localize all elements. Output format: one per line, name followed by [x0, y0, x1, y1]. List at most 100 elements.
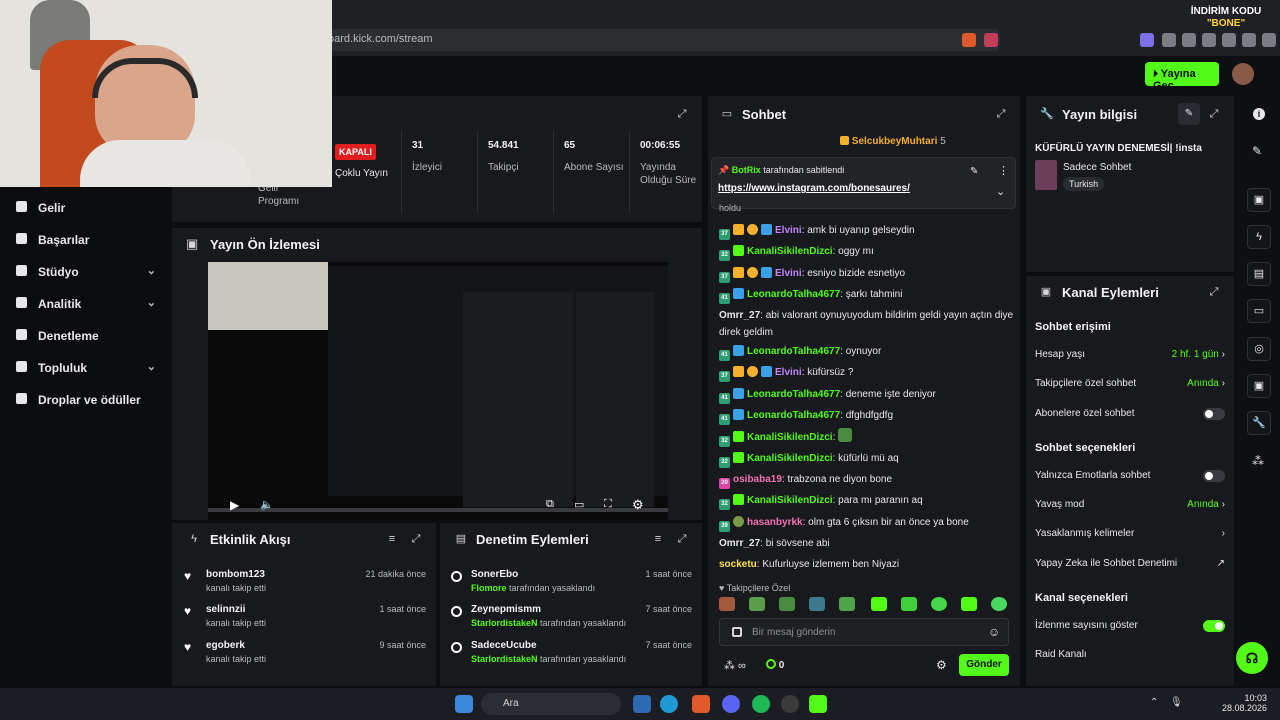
fullscreen-icon[interactable]: ⛶	[604, 498, 612, 511]
sidebar-item-droplar[interactable]: Droplar ve ödüller	[16, 390, 166, 410]
chat-message[interactable]: Omrr_27: bi sövsene abi	[719, 535, 1014, 552]
show-viewers-toggle[interactable]	[1203, 620, 1225, 632]
rail-document-icon[interactable]: ▤	[1247, 262, 1271, 286]
expand-icon[interactable]: ⤢	[410, 533, 422, 545]
chat-username[interactable]: LeonardoTalha4677	[747, 389, 840, 400]
discord-icon[interactable]	[722, 695, 740, 713]
row-subs-chat[interactable]: Abonelere özel sohbet	[1035, 408, 1225, 424]
filter-icon[interactable]: ≡	[652, 533, 664, 545]
chat-message[interactable]: 39 hasanbyrkk: olm gta 6 çıksın bir an ön…	[719, 514, 1014, 532]
chat-message[interactable]: 41 LeonardoTalha4677: şarkı tahmini	[719, 286, 1014, 304]
row-slow-mode[interactable]: Yavaş mod Anında ›	[1035, 499, 1225, 515]
obs-icon[interactable]	[781, 695, 799, 713]
chat-message[interactable]: 41 LeonardoTalha4677: oynuyor	[719, 343, 1014, 361]
chat-username[interactable]: socketu	[719, 559, 757, 570]
apps-icon[interactable]: ⁂	[1252, 454, 1264, 468]
chat-message[interactable]: 41 LeonardoTalha4677: deneme işte deniyor	[719, 386, 1014, 404]
row-account-age[interactable]: Hesap yaşı 2 hf. 1 gün ›	[1035, 349, 1225, 365]
spotify-icon[interactable]	[752, 695, 770, 713]
chat-message[interactable]: 37 Elvini: amk bi uyanıp gelseydin	[719, 222, 1014, 240]
chat-username[interactable]: Elvini	[775, 268, 802, 279]
emote[interactable]	[991, 597, 1007, 611]
subs-chat-toggle[interactable]	[1203, 408, 1225, 420]
edit-icon[interactable]: ✎	[1252, 144, 1262, 158]
start-icon[interactable]	[455, 695, 473, 713]
row-show-viewers[interactable]: İzlenme sayısını göster	[1035, 620, 1225, 636]
edge-icon[interactable]	[660, 695, 678, 713]
mic-icon[interactable]: 🎙	[1170, 697, 1183, 708]
expand-icon[interactable]: ⤢	[995, 108, 1007, 120]
emote[interactable]	[838, 428, 853, 442]
brave-shield-icon[interactable]	[962, 33, 976, 47]
clip-icon[interactable]: ▭	[574, 498, 584, 511]
row-raid[interactable]: Raid Kanalı	[1035, 649, 1225, 665]
emote[interactable]	[931, 597, 947, 611]
infinity-icon[interactable]: ⁂ ∞	[724, 659, 746, 672]
rail-target-icon[interactable]: ◎	[1247, 337, 1271, 361]
chat-username[interactable]: Omrr_27	[719, 310, 760, 321]
rewards-icon[interactable]	[984, 33, 998, 47]
chat-message[interactable]: 32 KanaliSikilenDizci: küfürlü mü aq	[719, 450, 1014, 468]
tray-chevron-icon[interactable]: ⌃	[1150, 697, 1158, 708]
emote[interactable]	[901, 597, 917, 611]
address-bar[interactable]: oard.kick.com/stream	[300, 29, 1000, 51]
chat-message[interactable]: 37 Elvini: esniyo bizide esnetiyo	[719, 265, 1014, 283]
chat-message[interactable]: socketu: Kufurluyse izlemem ben Niyazi	[719, 556, 1014, 573]
chat-username[interactable]: KanaliSikilenDizci	[747, 495, 833, 506]
edit-icon[interactable]: ✎	[1178, 103, 1200, 125]
sidebar-item-gelir[interactable]: Gelir	[16, 198, 166, 218]
emote[interactable]	[809, 597, 825, 611]
emote[interactable]	[779, 597, 795, 611]
rail-chat-icon[interactable]: ▭	[1247, 299, 1271, 323]
pinned-link[interactable]: https://www.instagram.com/bonesaures/	[718, 183, 910, 194]
chat-message[interactable]: 32 KanaliSikilenDizci: para mı paranın aq	[719, 492, 1014, 510]
expand-icon[interactable]: ⤢	[676, 533, 688, 545]
emoji-icon[interactable]: ☺	[988, 625, 1000, 639]
taskview-icon[interactable]	[633, 695, 651, 713]
expand-icon[interactable]: ⤢	[676, 108, 688, 120]
chat-username[interactable]: KanaliSikilenDizci	[747, 453, 833, 464]
extension-icon[interactable]	[1140, 33, 1154, 47]
rail-wrench-icon[interactable]: 🔧	[1247, 411, 1271, 435]
chat-username[interactable]: Elvini	[775, 367, 802, 378]
emote[interactable]	[719, 597, 735, 611]
rail-save-icon[interactable]: ▣	[1247, 374, 1271, 398]
emote[interactable]	[749, 597, 765, 611]
avatar[interactable]	[1232, 63, 1254, 85]
chat-input[interactable]: Bir mesaj gönderin ☺	[719, 618, 1009, 646]
emote[interactable]	[961, 597, 977, 611]
row-banned-words[interactable]: Yasaklanmış kelimeler ›	[1035, 528, 1225, 544]
send-button[interactable]: Gönder	[959, 654, 1009, 676]
sidebar-item-topluluk[interactable]: Topluluk ⌄	[16, 358, 166, 378]
chat-username[interactable]: LeonardoTalha4677	[747, 289, 840, 300]
go-live-button[interactable]: ⏵ Yayına Geç	[1145, 62, 1219, 92]
support-icon[interactable]: ☊	[1236, 642, 1268, 674]
info-icon[interactable]: i	[1253, 108, 1265, 120]
chat-username[interactable]: LeonardoTalha4677	[747, 410, 840, 421]
sidebar-item-analitik[interactable]: Analitik ⌄	[16, 294, 166, 314]
chat-username[interactable]: KanaliSikilenDizci	[747, 432, 833, 443]
chat-message[interactable]: 41 LeonardoTalha4677: dfghdfgdfg	[719, 407, 1014, 425]
chat-username[interactable]: Elvini	[775, 225, 802, 236]
chat-username[interactable]: KanaliSikilenDizci	[747, 246, 833, 257]
row-followers-chat[interactable]: Takipçilere özel sohbet Anında ›	[1035, 378, 1225, 394]
chat-username[interactable]: LeonardoTalha4677	[747, 346, 840, 357]
chat-message[interactable]: 37 Elvini: küfürsüz ?	[719, 364, 1014, 382]
more-icon[interactable]: ⋮	[998, 164, 1009, 177]
chat-message[interactable]: 32 KanaliSikilenDizci:	[719, 428, 1014, 447]
points-display[interactable]: 0	[766, 659, 784, 671]
chat-message[interactable]: 20 osibaba19: trabzona ne diyon bone	[719, 471, 1014, 489]
volume-icon[interactable]: 🔈	[260, 498, 274, 511]
pip-icon[interactable]: ⧉	[546, 498, 554, 511]
row-ai-moderation[interactable]: Yapay Zeka ile Sohbet Denetimi ↗	[1035, 558, 1225, 574]
row-emotes-only[interactable]: Yalnızca Emotlarla sohbet	[1035, 470, 1225, 486]
kick-icon[interactable]	[809, 695, 827, 713]
clock[interactable]: 10:03 28.08.2026	[1219, 693, 1267, 713]
play-icon[interactable]: ▶	[230, 498, 239, 512]
sidebar-item-denetleme[interactable]: Denetleme	[16, 326, 166, 346]
sidebar-item-studyo[interactable]: Stüdyo ⌄	[16, 262, 166, 282]
sidebar-item-basarilar[interactable]: Başarılar	[16, 230, 166, 250]
chat-message[interactable]: 32 KanaliSikilenDizci: oggy mı	[719, 243, 1014, 261]
emotes-only-toggle[interactable]	[1203, 470, 1225, 482]
taskbar-search[interactable]: Ara	[481, 693, 621, 715]
